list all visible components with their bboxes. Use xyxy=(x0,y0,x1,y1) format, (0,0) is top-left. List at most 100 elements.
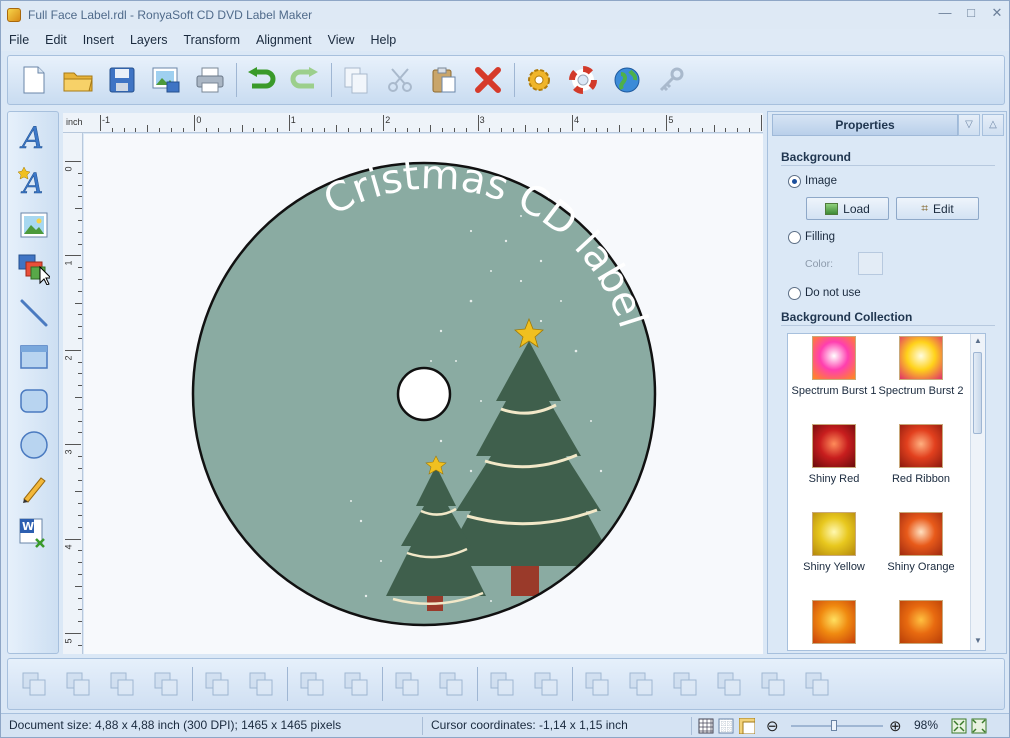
align-bottom-button[interactable] xyxy=(799,666,835,702)
ellipse-tool[interactable] xyxy=(17,428,51,462)
copy-button[interactable] xyxy=(338,62,374,98)
fill-color-picker[interactable] xyxy=(858,252,883,275)
align-middle-button[interactable] xyxy=(755,666,791,702)
cut-button[interactable] xyxy=(382,62,418,98)
settings-button[interactable] xyxy=(521,62,557,98)
ruler-minor-tick xyxy=(78,420,82,422)
redo-button[interactable] xyxy=(287,62,323,98)
zoom-level: 98% xyxy=(914,718,939,732)
rounded-rectangle-tool[interactable] xyxy=(17,384,51,418)
background-collection-list[interactable]: Spectrum Burst 1 Spectrum Burst 2 Shiny Re… xyxy=(787,333,986,651)
zoom-slider-knob[interactable] xyxy=(831,720,837,731)
bring-forward-button[interactable] xyxy=(104,666,140,702)
word-import-tool[interactable]: W xyxy=(17,516,51,550)
properties-dropdown-button[interactable]: ▽ xyxy=(958,114,980,136)
curved-text-tool[interactable]: A xyxy=(17,164,51,198)
zoom-slider[interactable] xyxy=(791,720,883,731)
actual-size-icon[interactable] xyxy=(971,718,987,734)
delete-button[interactable] xyxy=(470,62,506,98)
rectangle-tool[interactable] xyxy=(17,340,51,374)
send-backward-button[interactable] xyxy=(148,666,184,702)
toolbar-separator xyxy=(514,63,515,97)
collection-item[interactable] xyxy=(876,600,966,644)
menu-help[interactable]: Help xyxy=(362,29,404,51)
align-right-button[interactable] xyxy=(667,666,703,702)
flip-horizontal-button[interactable] xyxy=(484,666,520,702)
text-tool[interactable]: A xyxy=(17,120,51,154)
align-horizontal-center-button[interactable] xyxy=(294,666,330,702)
image-tool[interactable] xyxy=(17,208,51,242)
print-button[interactable] xyxy=(192,62,228,98)
ruler-minor-tick xyxy=(78,644,82,646)
ruler-minor-tick xyxy=(241,125,243,132)
new-button[interactable] xyxy=(16,62,52,98)
group-button[interactable] xyxy=(199,666,235,702)
background-none-radio[interactable] xyxy=(788,287,801,300)
freehand-tool[interactable] xyxy=(17,472,51,506)
ruler-label: 4 xyxy=(63,544,74,550)
rotate-left-button[interactable] xyxy=(389,666,425,702)
background-collection-tool[interactable] xyxy=(17,252,51,286)
color-label: Color: xyxy=(805,258,834,270)
app-icon xyxy=(7,8,21,22)
maximize-button[interactable]: □ xyxy=(963,5,979,21)
paste-icon xyxy=(432,67,456,93)
line-tool[interactable] xyxy=(17,296,51,330)
collection-item[interactable]: Shiny Red xyxy=(789,424,879,485)
scroll-thumb[interactable] xyxy=(973,352,982,434)
load-button-label: Load xyxy=(843,201,870,216)
background-image-radio[interactable] xyxy=(788,175,801,188)
menu-transform[interactable]: Transform xyxy=(176,29,249,51)
align-center-button[interactable] xyxy=(623,666,659,702)
export-image-button[interactable] xyxy=(148,62,184,98)
rotate-right-button[interactable] xyxy=(433,666,469,702)
ruler-minor-tick xyxy=(123,128,125,132)
align-top-button[interactable] xyxy=(711,666,747,702)
design-canvas[interactable]: Cristmas CD label xyxy=(84,134,763,654)
collection-item[interactable]: Red Ribbon xyxy=(876,424,966,485)
scroll-up-arrow-icon[interactable]: ▲ xyxy=(973,336,983,348)
undo-button[interactable] xyxy=(243,62,279,98)
rulers-toggle-icon[interactable] xyxy=(739,718,755,734)
ruler-minor-tick xyxy=(701,128,703,132)
scroll-down-arrow-icon[interactable]: ▼ xyxy=(973,636,983,648)
save-button[interactable] xyxy=(104,62,140,98)
flip-vertical-button[interactable] xyxy=(528,666,564,702)
paste-button[interactable] xyxy=(426,62,462,98)
menu-file[interactable]: File xyxy=(1,29,37,51)
align-vertical-center-button[interactable] xyxy=(338,666,374,702)
edit-button[interactable]: ⌗ Edit xyxy=(896,197,979,220)
properties-collapse-button[interactable]: △ xyxy=(982,114,1004,136)
send-to-back-button[interactable] xyxy=(60,666,96,702)
zoom-in-icon[interactable]: ⊕ xyxy=(889,717,902,735)
register-button[interactable] xyxy=(653,62,689,98)
collection-item[interactable] xyxy=(789,600,879,644)
bring-to-front-button[interactable] xyxy=(16,666,52,702)
close-button[interactable]: ✕ xyxy=(989,5,1005,21)
fit-page-icon[interactable] xyxy=(951,718,967,734)
grid-icon[interactable] xyxy=(698,718,714,734)
menu-edit[interactable]: Edit xyxy=(37,29,75,51)
menu-layers[interactable]: Layers xyxy=(122,29,176,51)
ruler-minor-tick xyxy=(690,128,691,132)
load-button[interactable]: Load xyxy=(806,197,889,220)
snap-grid-icon[interactable] xyxy=(718,718,734,734)
web-button[interactable] xyxy=(609,62,645,98)
collection-item[interactable]: Spectrum Burst 2 xyxy=(876,336,966,397)
open-button[interactable] xyxy=(60,62,96,98)
ruler-minor-tick xyxy=(465,128,467,132)
background-filling-radio[interactable] xyxy=(788,231,801,244)
collection-item[interactable]: Shiny Orange xyxy=(876,512,966,573)
ungroup-button[interactable] xyxy=(243,666,279,702)
help-button[interactable] xyxy=(565,62,601,98)
collection-item[interactable]: Spectrum Burst 1 xyxy=(789,336,879,397)
collection-item[interactable]: Shiny Yellow xyxy=(789,512,879,573)
cd-label-disc[interactable]: Cristmas CD label xyxy=(84,134,763,654)
menu-alignment[interactable]: Alignment xyxy=(248,29,320,51)
zoom-out-icon[interactable]: ⊖ xyxy=(766,717,779,735)
menu-view[interactable]: View xyxy=(320,29,363,51)
minimize-button[interactable]: — xyxy=(937,5,953,21)
menu-insert[interactable]: Insert xyxy=(75,29,122,51)
collection-scrollbar[interactable]: ▲ ▼ xyxy=(970,334,985,650)
align-left-button[interactable] xyxy=(579,666,615,702)
